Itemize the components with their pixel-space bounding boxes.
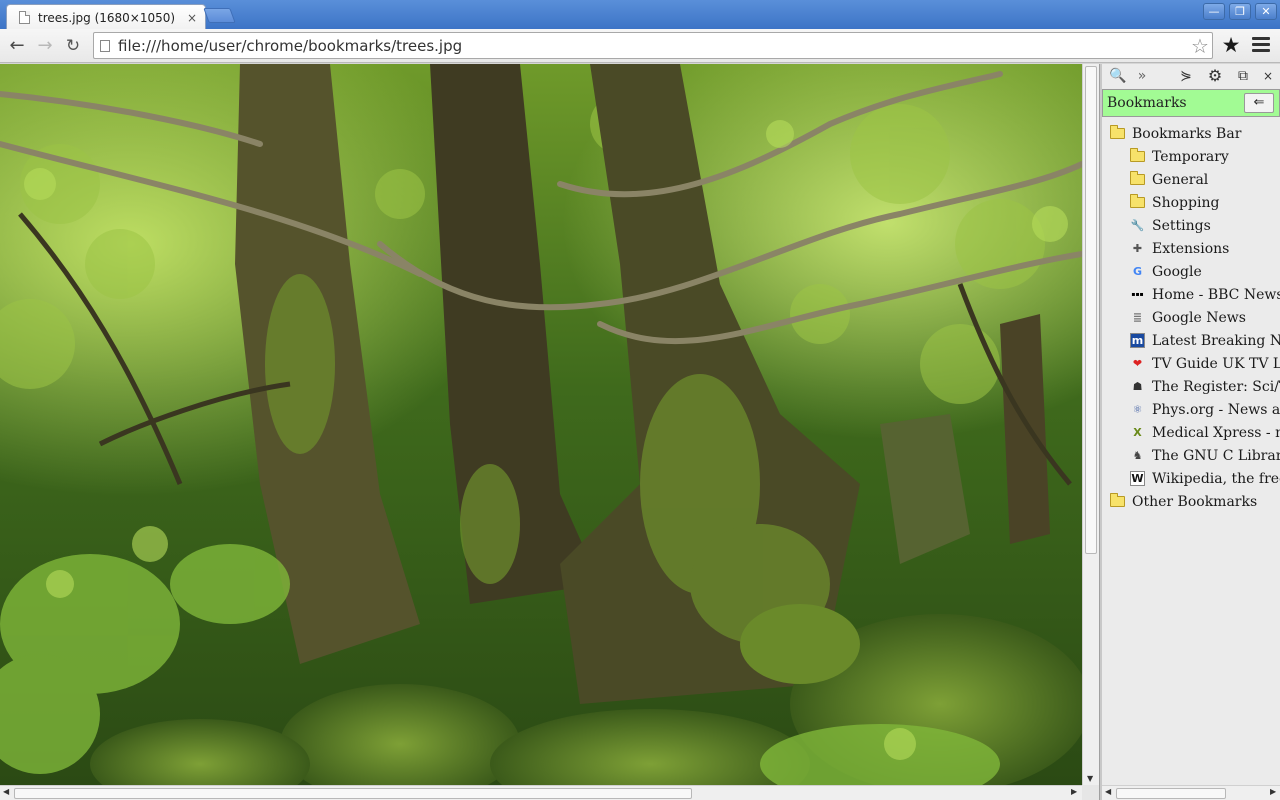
folder-icon — [1130, 194, 1145, 210]
horizontal-scroll-thumb[interactable] — [14, 788, 692, 799]
tab-title: trees.jpg (1680×1050) — [38, 10, 176, 25]
scroll-left-arrow-icon[interactable]: ◀ — [1105, 787, 1111, 796]
bookmark-folder[interactable]: Temporary — [1102, 145, 1280, 168]
bookmark-item[interactable]: W Wikipedia, the free enc — [1102, 467, 1280, 490]
bookmark-label: TV Guide UK TV List — [1152, 355, 1280, 372]
bookmark-label: Phys.org - News and A — [1152, 401, 1280, 418]
panel-title: Bookmarks — [1107, 95, 1187, 111]
close-panel-icon[interactable]: × — [1258, 67, 1278, 85]
panel-scroll-thumb[interactable] — [1116, 788, 1226, 799]
bookmark-item[interactable]: ≣ Google News — [1102, 306, 1280, 329]
minimize-button[interactable]: — — [1203, 3, 1225, 20]
bookmark-folder[interactable]: Other Bookmarks — [1102, 490, 1280, 513]
bookmark-item[interactable]: G Google — [1102, 260, 1280, 283]
panel-horizontal-scrollbar[interactable]: ◀ ▶ — [1102, 785, 1280, 800]
bookmark-item[interactable]: 🔧 Settings — [1102, 214, 1280, 237]
document-icon — [19, 11, 30, 24]
panel-toolbar: 🔍 » ⋟ ⚙ ⧉ × — [1102, 64, 1280, 88]
scroll-right-arrow-icon[interactable]: ▶ — [1071, 787, 1077, 796]
bookmark-label: Google — [1152, 263, 1202, 280]
vertical-scroll-thumb[interactable] — [1085, 66, 1097, 554]
bookmark-folder[interactable]: General — [1102, 168, 1280, 191]
x-icon: X — [1133, 426, 1142, 439]
address-bar[interactable]: file:///home/user/chrome/bookmarks/trees… — [93, 32, 1213, 59]
scroll-down-arrow-icon[interactable]: ▼ — [1087, 774, 1093, 783]
bookmark-item[interactable]: ❤ TV Guide UK TV List — [1102, 352, 1280, 375]
url-text[interactable]: file:///home/user/chrome/bookmarks/trees… — [118, 37, 1188, 55]
bookmark-label: The GNU C Library: R — [1152, 447, 1280, 464]
bbc-icon: ▪▪▪ — [1131, 291, 1144, 298]
gear-icon[interactable]: ⚙ — [1205, 67, 1225, 85]
tab-trees-jpg[interactable]: trees.jpg (1680×1050) × — [6, 4, 206, 30]
tab-strip: trees.jpg (1680×1050) × — ❐ ✕ — [0, 0, 1280, 30]
search-icon[interactable]: 🔍 — [1108, 67, 1128, 85]
maximize-button[interactable]: ❐ — [1229, 3, 1251, 20]
folder-icon — [1110, 125, 1125, 141]
bookmark-item[interactable]: ☗ The Register: Sci/Tech — [1102, 375, 1280, 398]
bookmark-item[interactable]: ▪▪▪ Home - BBC News — [1102, 283, 1280, 306]
browser-toolbar: ← → ↻ file:///home/user/chrome/bookmarks… — [0, 29, 1280, 63]
heart-icon: ❤ — [1132, 357, 1143, 370]
bookmark-label: Home - BBC News — [1152, 286, 1280, 303]
bookmark-label: Latest Breaking News — [1152, 332, 1280, 349]
bookmark-folder[interactable]: Shopping — [1102, 191, 1280, 214]
bookmark-label: Wikipedia, the free enc — [1152, 470, 1280, 487]
tree-view-icon[interactable]: ⋟ — [1176, 67, 1196, 85]
forward-button[interactable]: → — [33, 34, 57, 58]
back-arrow-button[interactable]: ⇐ — [1244, 93, 1274, 113]
page-icon — [100, 39, 110, 52]
horizontal-scrollbar[interactable]: ◀ ▶ — [0, 785, 1082, 800]
scroll-left-arrow-icon[interactable]: ◀ — [3, 787, 9, 796]
reload-button[interactable]: ↻ — [61, 34, 85, 58]
vertical-scrollbar[interactable]: ▼ — [1082, 64, 1099, 785]
bookmark-label: Extensions — [1152, 240, 1230, 257]
scrollbar-corner — [1082, 785, 1099, 800]
bookmark-label: Shopping — [1152, 194, 1220, 211]
google-icon: G — [1132, 265, 1143, 278]
bookmark-star-icon[interactable]: ☆ — [1188, 34, 1212, 58]
bookmark-item[interactable]: m Latest Breaking News — [1102, 329, 1280, 352]
panel-header: Bookmarks ⇐ — [1102, 89, 1280, 117]
back-button[interactable]: ← — [5, 34, 29, 58]
bookmark-tree: Bookmarks Bar Temporary General Shopping 🔧 Se… — [1102, 122, 1280, 513]
bookmark-label: The Register: Sci/Tech — [1152, 378, 1280, 395]
folder-icon — [1130, 171, 1145, 187]
bookmark-label: Temporary — [1152, 148, 1229, 165]
news-icon: ≣ — [1132, 311, 1143, 324]
vulture-icon: ☗ — [1132, 380, 1143, 393]
bookmark-label: Other Bookmarks — [1132, 493, 1258, 510]
bookmark-item[interactable]: X Medical Xpress - medi — [1102, 421, 1280, 444]
more-icon[interactable]: » — [1132, 67, 1152, 85]
bookmark-label: General — [1152, 171, 1209, 188]
close-window-button[interactable]: ✕ — [1255, 3, 1277, 20]
bookmark-label: Medical Xpress - medi — [1152, 424, 1280, 441]
wrench-icon: 🔧 — [1130, 219, 1145, 232]
bookmark-label: Google News — [1152, 309, 1246, 326]
new-tab-button[interactable] — [203, 8, 236, 23]
folder-icon — [1110, 493, 1125, 509]
puzzle-icon: ✚ — [1132, 242, 1143, 255]
m-icon: m — [1130, 333, 1145, 348]
forest-image — [0, 64, 1082, 785]
scroll-right-arrow-icon[interactable]: ▶ — [1270, 787, 1276, 796]
atom-icon: ⚛ — [1132, 403, 1143, 416]
image-viewer — [0, 64, 1082, 785]
bookmarks-extension-icon[interactable]: ★ — [1219, 33, 1243, 57]
bookmark-item[interactable]: ⚛ Phys.org - News and A — [1102, 398, 1280, 421]
gnu-icon: ♞ — [1132, 449, 1143, 462]
bookmark-item[interactable]: ♞ The GNU C Library: R — [1102, 444, 1280, 467]
bookmarks-side-panel: 🔍 » ⋟ ⚙ ⧉ × Bookmarks ⇐ Bookmarks Bar Tem… — [1102, 64, 1280, 800]
bookmark-item[interactable]: ✚ Extensions — [1102, 237, 1280, 260]
folder-icon — [1130, 148, 1145, 164]
menu-icon[interactable] — [1252, 37, 1270, 53]
bookmark-label: Settings — [1152, 217, 1211, 234]
tab-close-icon[interactable]: × — [185, 11, 199, 25]
wikipedia-icon: W — [1130, 471, 1145, 486]
bookmark-label: Bookmarks Bar — [1132, 125, 1242, 142]
bookmark-folder[interactable]: Bookmarks Bar — [1102, 122, 1280, 145]
popout-window-icon[interactable]: ⧉ — [1233, 67, 1253, 85]
